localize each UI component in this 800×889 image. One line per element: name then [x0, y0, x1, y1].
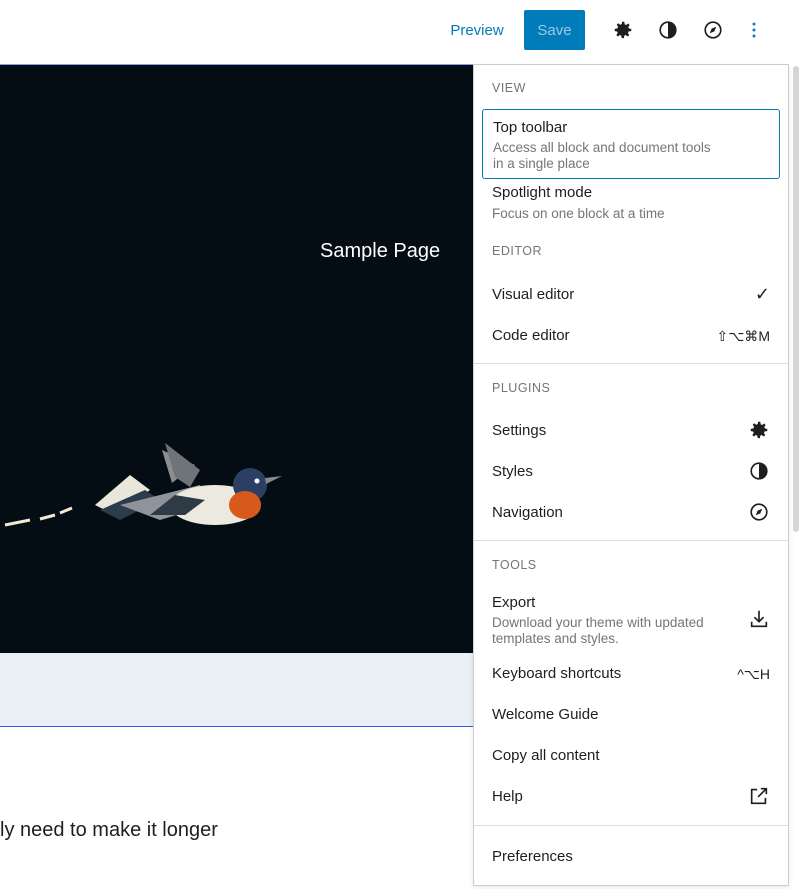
menu-item-settings[interactable]: Settings	[482, 411, 780, 451]
menu-item-label: Settings	[492, 422, 547, 439]
group-label-tools: Tools	[492, 558, 537, 572]
settings-button[interactable]	[607, 14, 639, 46]
menu-item-help[interactable]: Help	[482, 777, 780, 817]
menu-item-label: Top toolbar	[493, 119, 568, 136]
save-button[interactable]: Save	[524, 10, 585, 50]
menu-divider	[474, 540, 788, 541]
navigation-button[interactable]	[697, 14, 729, 46]
cover-block[interactable]: Sample Page	[0, 65, 473, 653]
download-icon	[750, 610, 768, 628]
compass-icon	[704, 21, 722, 39]
menu-item-label: Export	[492, 594, 536, 611]
scrollbar[interactable]	[793, 66, 799, 532]
bird-image	[4, 443, 282, 527]
menu-item-label: Styles	[492, 463, 533, 480]
menu-item-description: Download your theme with updated templat…	[492, 615, 704, 646]
menu-item-keyboard-shortcuts[interactable]: Keyboard shortcuts ^⌥H	[482, 654, 780, 694]
menu-item-label: Welcome Guide	[492, 706, 599, 723]
menu-item-label: Code editor	[492, 327, 570, 344]
options-menu: View Top toolbar Access all block and do…	[473, 64, 789, 886]
selected-block-area[interactable]	[0, 653, 473, 727]
preview-button[interactable]: Preview	[440, 10, 514, 50]
gear-icon	[750, 421, 768, 439]
shortcut-text: ⇧⌥⌘M	[716, 328, 770, 344]
gear-icon	[614, 21, 632, 39]
menu-item-export[interactable]: Export Download your theme with updated …	[482, 586, 780, 650]
menu-item-welcome-guide[interactable]: Welcome Guide	[482, 695, 780, 735]
shortcut-text: ^⌥H	[737, 666, 770, 682]
contrast-icon	[659, 21, 677, 39]
menu-item-navigation[interactable]: Navigation	[482, 493, 780, 533]
menu-item-label: Copy all content	[492, 747, 600, 764]
check-icon: ✓	[754, 284, 770, 304]
options-button[interactable]	[738, 14, 770, 46]
group-label-view: View	[492, 81, 526, 95]
menu-item-label: Navigation	[492, 504, 563, 521]
menu-item-preferences[interactable]: Preferences	[482, 837, 780, 877]
paragraph-text[interactable]: ly need to make it longer	[0, 819, 218, 842]
menu-item-label: Keyboard shortcuts	[492, 665, 622, 682]
menu-item-copy-all-content[interactable]: Copy all content	[482, 736, 780, 776]
menu-item-label: Visual editor	[492, 286, 575, 303]
menu-item-description: Focus on one block at a time	[492, 206, 665, 221]
menu-item-spotlight-mode[interactable]: Spotlight mode Focus on one block at a t…	[482, 179, 780, 229]
menu-item-label: Spotlight mode	[492, 184, 593, 201]
menu-item-label: Preferences	[492, 848, 573, 865]
menu-item-visual-editor[interactable]: Visual editor ✓	[482, 275, 780, 315]
cover-title: Sample Page	[320, 240, 441, 262]
menu-item-top-toolbar[interactable]: Top toolbar Access all block and documen…	[482, 109, 780, 179]
editor-header: Preview Save	[0, 0, 800, 64]
more-vertical-icon	[752, 22, 756, 38]
compass-icon	[750, 503, 768, 521]
menu-item-code-editor[interactable]: Code editor ⇧⌥⌘M	[482, 316, 780, 356]
menu-item-styles[interactable]: Styles	[482, 452, 780, 492]
menu-item-label: Help	[492, 788, 523, 805]
menu-divider	[474, 825, 788, 826]
external-link-icon	[750, 787, 768, 805]
styles-button[interactable]	[652, 14, 684, 46]
group-label-plugins: Plugins	[492, 381, 551, 395]
menu-item-description: Access all block and document tools in a…	[493, 140, 711, 171]
menu-divider	[474, 363, 788, 364]
group-label-editor: Editor	[492, 244, 542, 258]
contrast-icon	[750, 462, 768, 480]
